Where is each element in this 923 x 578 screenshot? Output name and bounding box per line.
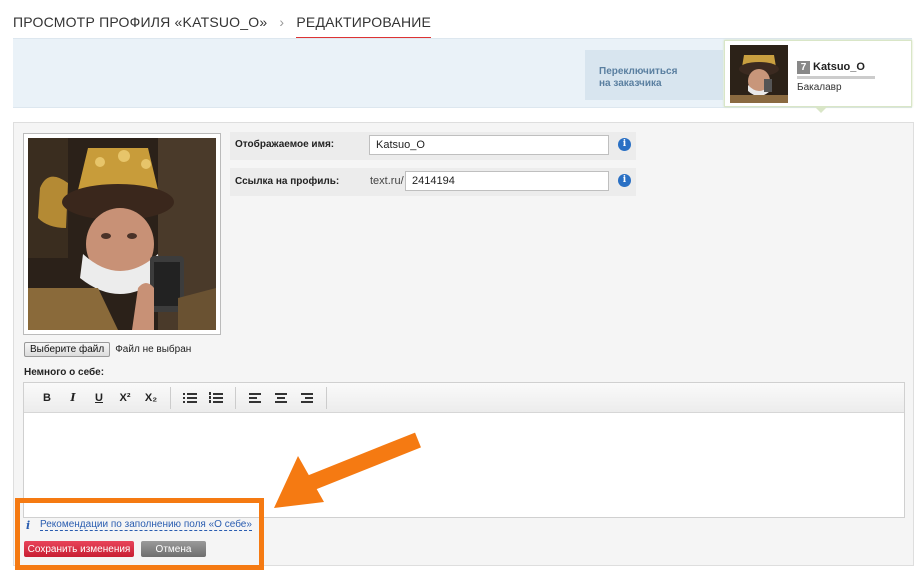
breadcrumb: ПРОСМОТР ПРОФИЛЯ «KATSUO_O» › РЕДАКТИРОВ… xyxy=(13,14,431,30)
toolbar-separator xyxy=(326,386,327,409)
profile-link-info-icon[interactable]: i xyxy=(618,174,631,187)
align-center-icon[interactable] xyxy=(268,388,294,408)
annotation-arrow-icon xyxy=(274,432,421,508)
align-left-icon[interactable] xyxy=(242,388,268,408)
breadcrumb-profile-link[interactable]: ПРОСМОТР ПРОФИЛЯ «KATSUO_O» xyxy=(13,14,267,30)
about-label: Немного о себе: xyxy=(24,367,105,378)
level-progress-bar xyxy=(797,76,875,79)
card-rank: Бакалавр xyxy=(797,82,842,93)
switch-to-customer-button[interactable]: Переключиться на заказчика xyxy=(585,50,723,100)
underline-button[interactable]: U xyxy=(86,388,112,408)
file-upload: Выберите файл Файл не выбран xyxy=(24,342,191,357)
profile-link-input[interactable] xyxy=(405,171,609,191)
card-notch xyxy=(815,107,827,113)
switch-label-line1: Переключиться xyxy=(599,66,678,77)
user-card[interactable]: 7 Katsuo_O Бакалавр xyxy=(724,40,912,113)
numbered-list-icon[interactable] xyxy=(203,388,229,408)
display-name-label: Отображаемое имя: xyxy=(235,139,335,150)
toolbar-separator xyxy=(170,386,171,409)
superscript-button[interactable]: X² xyxy=(112,388,138,408)
annotation-highlight-box xyxy=(15,498,264,570)
profile-link-prefix: text.ru/ xyxy=(370,175,404,187)
bold-button[interactable]: B xyxy=(34,388,60,408)
switch-label-line2: на заказчика xyxy=(599,78,662,89)
avatar-image xyxy=(28,138,216,330)
subscript-button[interactable]: X₂ xyxy=(138,388,164,408)
align-right-icon[interactable] xyxy=(294,388,320,408)
card-avatar xyxy=(730,45,788,103)
file-status: Файл не выбран xyxy=(115,344,192,355)
breadcrumb-current: РЕДАКТИРОВАНИЕ xyxy=(296,14,432,30)
display-name-info-icon[interactable]: i xyxy=(618,138,631,151)
profile-link-label: Ссылка на профиль: xyxy=(235,176,340,187)
italic-button[interactable]: I xyxy=(60,388,86,408)
level-badge: 7 xyxy=(797,61,810,74)
choose-file-button[interactable]: Выберите файл xyxy=(24,342,111,357)
display-name-input[interactable] xyxy=(369,135,609,155)
profile-avatar xyxy=(23,133,221,335)
editor-toolbar: B I U X² X₂ xyxy=(24,383,904,413)
card-username[interactable]: Katsuo_O xyxy=(813,61,865,73)
toolbar-separator xyxy=(235,386,236,409)
bulleted-list-icon[interactable] xyxy=(177,388,203,408)
breadcrumb-separator: › xyxy=(279,14,285,30)
